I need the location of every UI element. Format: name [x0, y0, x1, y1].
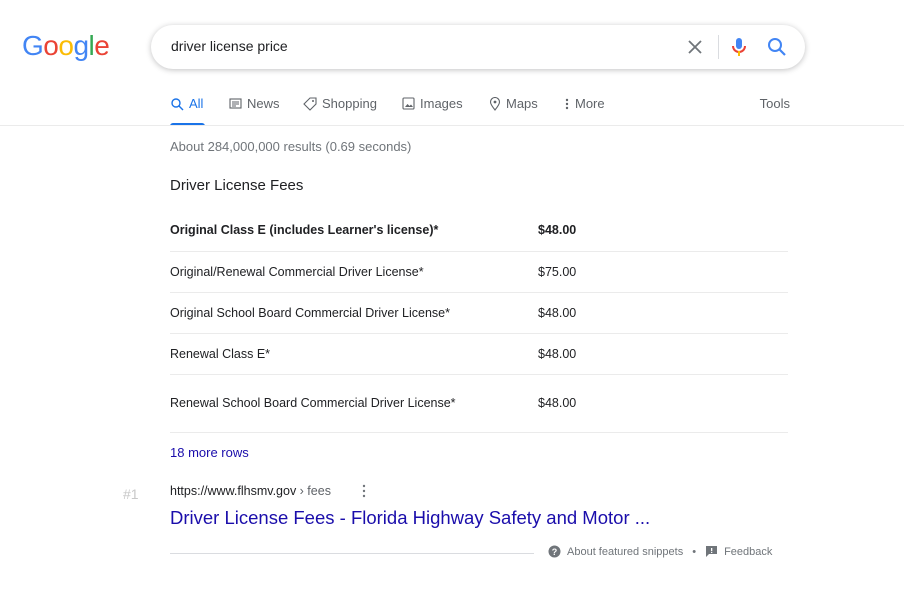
table-row: Renewal School Board Commercial Driver L…	[170, 374, 788, 433]
map-pin-icon	[489, 97, 501, 111]
image-icon	[402, 97, 415, 110]
about-snippets-link[interactable]: ? About featured snippets	[548, 545, 683, 558]
google-logo[interactable]: Google	[22, 30, 110, 62]
feedback-link[interactable]: Feedback	[705, 545, 772, 558]
search-tabs: All News Shopping Images Maps More Tools	[170, 96, 790, 126]
tab-label: Images	[420, 96, 463, 111]
fee-price: $75.00	[538, 251, 788, 293]
tab-label: News	[247, 96, 280, 111]
help-icon: ?	[548, 545, 561, 558]
fee-name: Original School Board Commercial Driver …	[170, 292, 538, 334]
tag-icon	[303, 97, 317, 111]
fee-name: Original/Renewal Commercial Driver Licen…	[170, 251, 538, 293]
news-icon	[229, 98, 242, 109]
fee-name: Original Class E (includes Learner's lic…	[170, 210, 538, 252]
fee-price: $48.00	[538, 374, 788, 433]
fee-price: $48.00	[538, 292, 788, 334]
table-row: Renewal Class E* $48.00	[170, 333, 788, 375]
search-divider	[718, 35, 719, 59]
tab-label: All	[189, 96, 204, 111]
tools-button[interactable]: Tools	[760, 96, 790, 111]
tab-maps[interactable]: Maps	[489, 96, 538, 126]
search-input[interactable]: driver license price	[171, 38, 288, 54]
kebab-icon	[565, 98, 569, 110]
search-icon	[171, 98, 184, 111]
fee-price: $48.00	[538, 333, 788, 375]
tab-images[interactable]: Images	[402, 96, 463, 126]
logo-letter: e	[94, 30, 110, 61]
fee-price: $48.00	[538, 210, 788, 252]
feedback-icon	[706, 546, 718, 557]
tab-label: Shopping	[322, 96, 377, 111]
logo-letter: G	[22, 30, 44, 61]
result-stats: About 284,000,000 results (0.69 seconds)	[170, 139, 412, 154]
feedback-label: Feedback	[724, 545, 773, 558]
tab-news[interactable]: News	[229, 96, 280, 126]
table-row: Original/Renewal Commercial Driver Licen…	[170, 251, 788, 293]
snippet-footer: ? About featured snippets • Feedback	[548, 545, 772, 558]
footer-separator: •	[692, 545, 697, 558]
search-icon[interactable]	[766, 36, 788, 58]
fee-name: Renewal School Board Commercial Driver L…	[170, 374, 538, 433]
header-divider	[0, 125, 904, 126]
fees-table: Original Class E (includes Learner's lic…	[170, 210, 788, 433]
result-domain: https://www.flhsmv.gov	[170, 484, 297, 498]
logo-letter: o	[43, 30, 59, 61]
result-title-link[interactable]: Driver License Fees - Florida Highway Sa…	[170, 507, 650, 529]
tab-more[interactable]: More	[564, 96, 605, 126]
fee-name: Renewal Class E*	[170, 333, 538, 375]
footer-divider	[170, 553, 534, 554]
logo-letter: g	[73, 30, 89, 61]
result-rank: #1	[123, 486, 139, 502]
search-box[interactable]: driver license price	[151, 25, 805, 69]
table-row: Original School Board Commercial Driver …	[170, 292, 788, 334]
tab-label: Maps	[506, 96, 538, 111]
logo-letter: o	[58, 30, 74, 61]
snippet-title: Driver License Fees	[170, 177, 304, 194]
kebab-icon[interactable]	[358, 482, 370, 500]
result-url[interactable]: https://www.flhsmv.gov › fees	[170, 484, 331, 498]
svg-text:?: ?	[552, 547, 558, 557]
more-rows-link[interactable]: 18 more rows	[170, 445, 249, 460]
tab-label: More	[575, 96, 605, 111]
mic-icon[interactable]	[727, 35, 751, 59]
result-path: › fees	[296, 484, 331, 498]
table-row: Original Class E (includes Learner's lic…	[170, 210, 788, 252]
tab-shopping[interactable]: Shopping	[303, 96, 377, 126]
tab-all[interactable]: All	[170, 96, 205, 126]
close-icon[interactable]	[685, 37, 705, 57]
about-snippets-label: About featured snippets	[567, 545, 684, 558]
